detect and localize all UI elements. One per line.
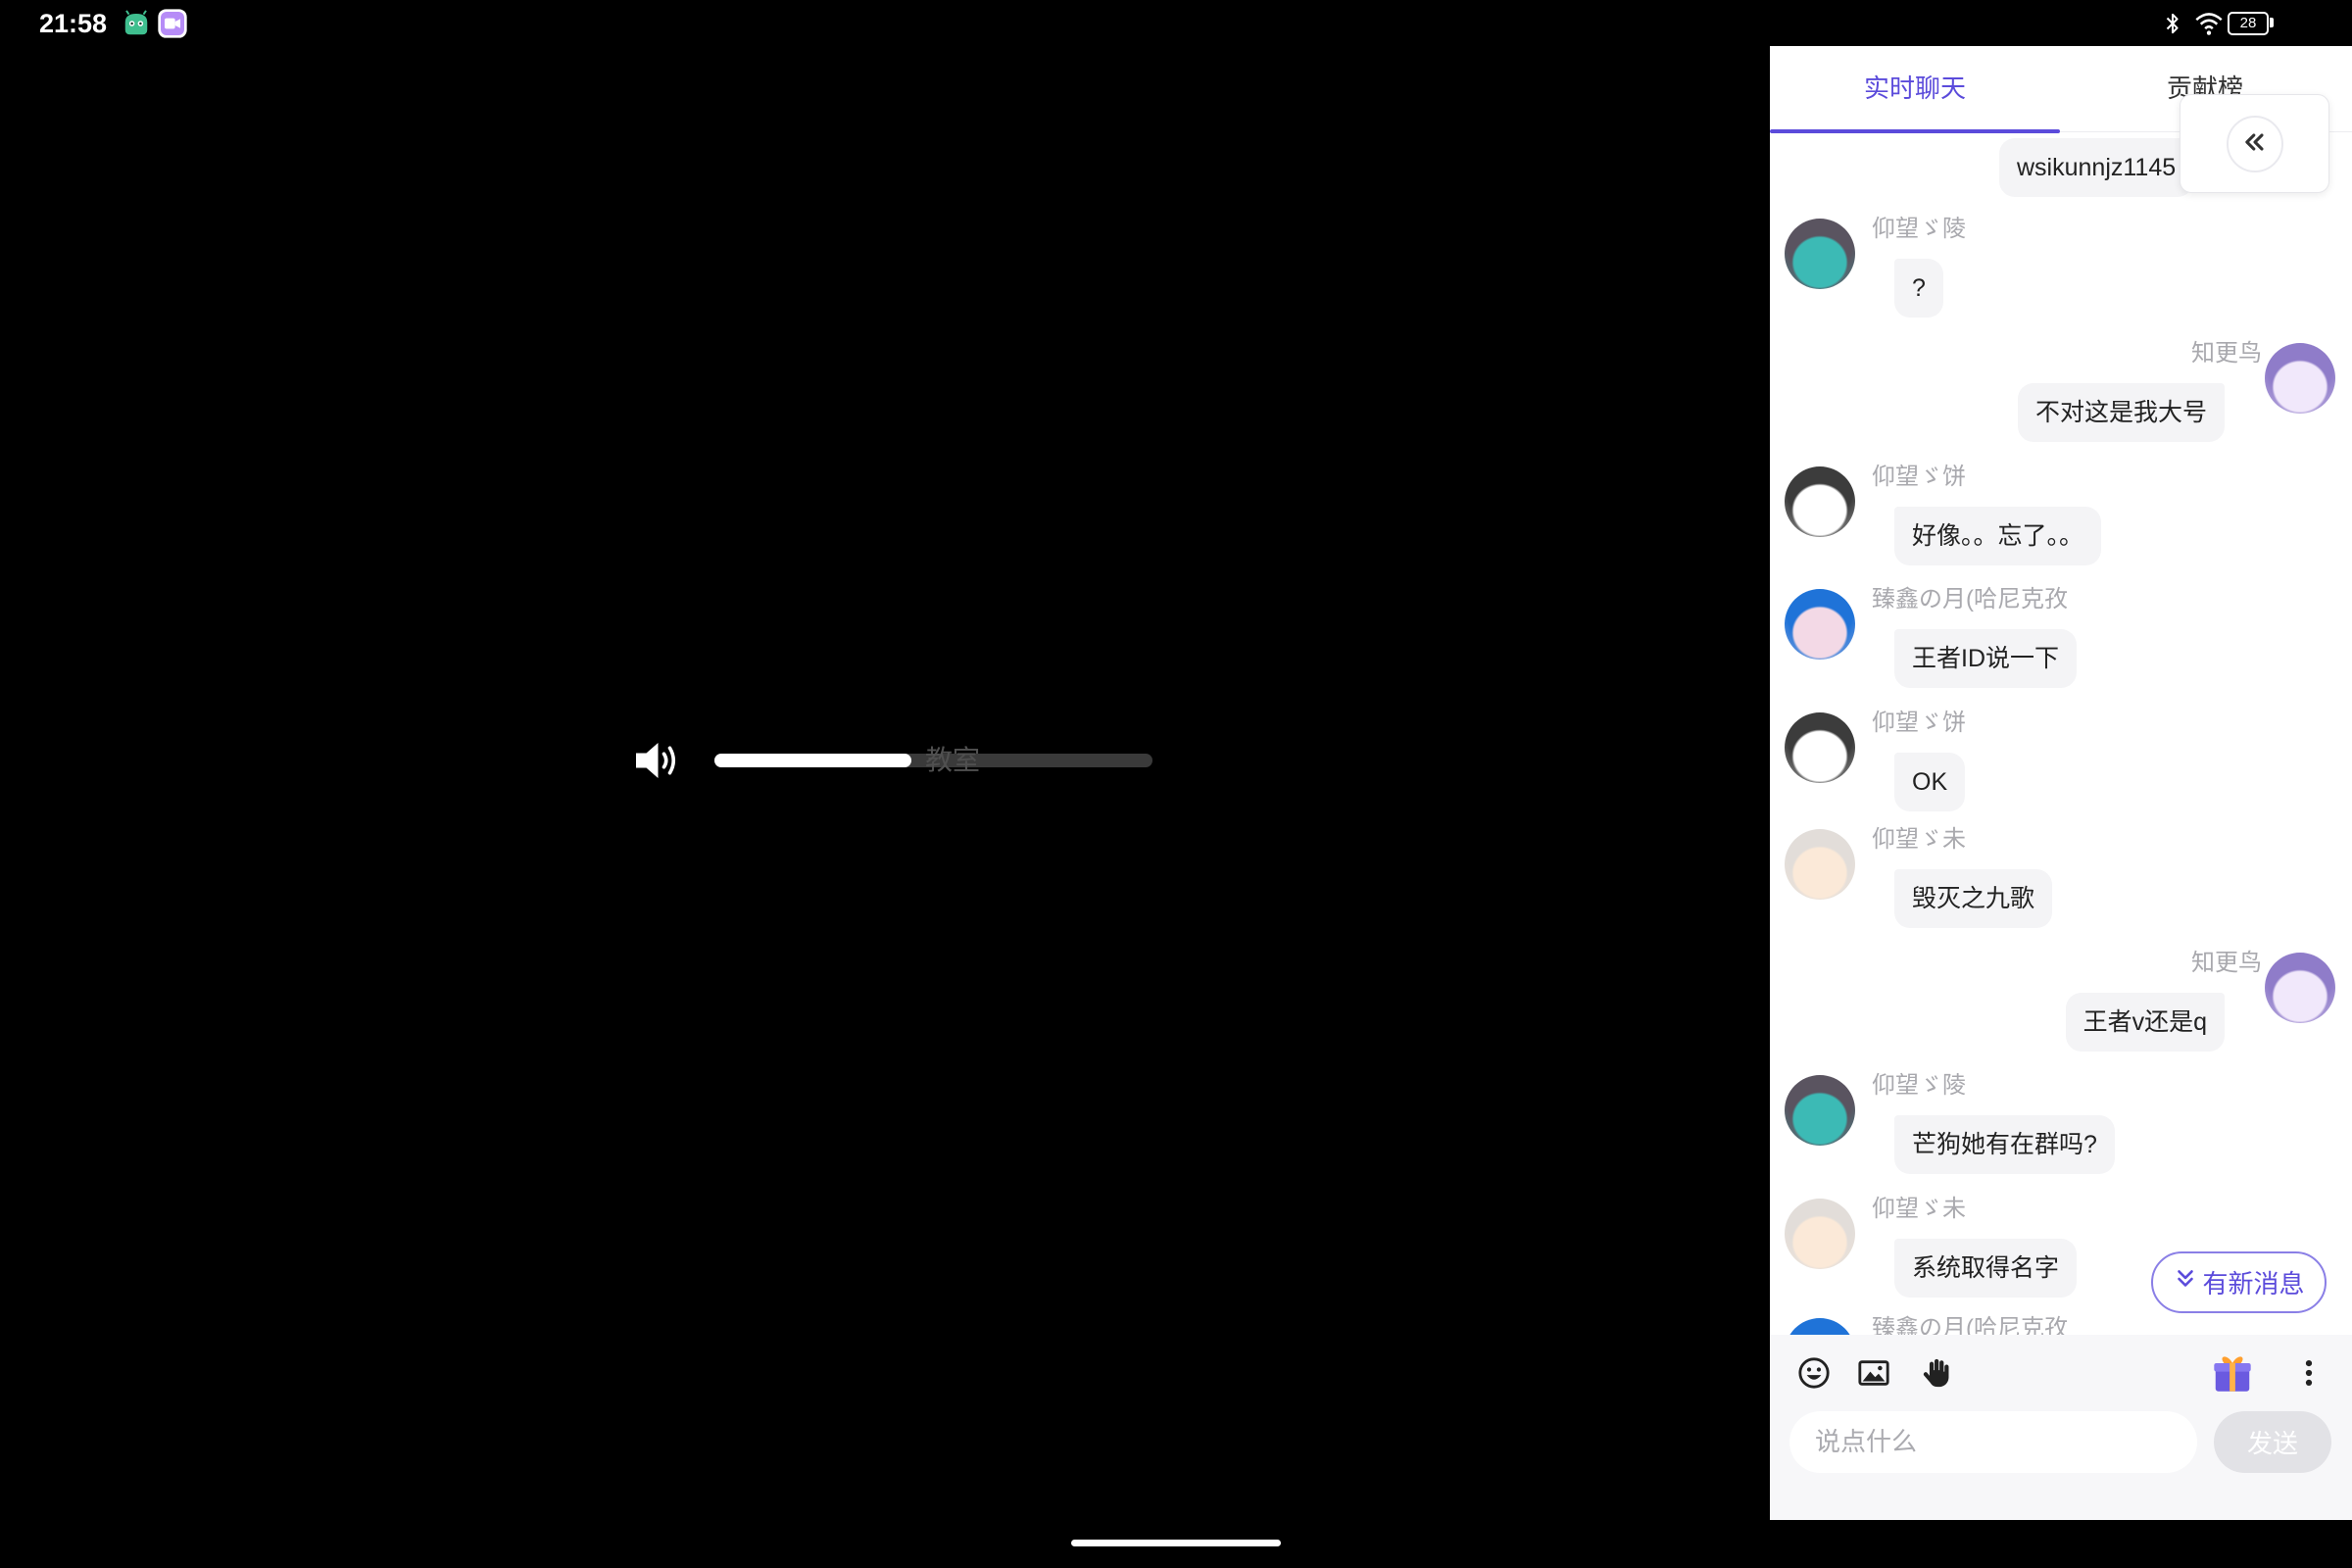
chat-input[interactable] (1789, 1411, 2197, 1473)
tab-live-chat[interactable]: 实时聊天 (1770, 46, 2060, 133)
avatar[interactable] (2265, 343, 2335, 414)
chat-message: 臻鑫の月(哈尼克孜 王者ID说一下 (1770, 585, 2352, 693)
send-button[interactable]: 发送 (2214, 1411, 2331, 1473)
gift-icon[interactable] (2210, 1350, 2255, 1396)
message-bubble[interactable]: 系统取得名字 (1894, 1239, 2078, 1298)
collapse-panel-card (2180, 94, 2329, 193)
sender-name: 仰望ゞ陵 (1872, 1072, 1966, 1099)
sender-name: 知更鸟 (2191, 950, 2262, 976)
chat-message: 知更鸟 不对这是我大号 (1770, 339, 2352, 447)
avatar[interactable] (1785, 1199, 1855, 1269)
sender-name: 仰望ゞ未 (1872, 1196, 1966, 1222)
battery-tip (2270, 18, 2274, 27)
video-app-icon (157, 8, 188, 39)
message-composer: 发送 (1770, 1335, 2352, 1520)
message-bubble[interactable]: 芒狗她有在群吗? (1894, 1115, 2115, 1174)
message-bubble[interactable]: 王者v还是q (2065, 993, 2225, 1052)
emoji-icon[interactable] (1797, 1356, 1831, 1390)
sender-name: 臻鑫の月(哈尼克孜 (1872, 1315, 2068, 1335)
avatar[interactable] (1785, 589, 1855, 660)
sender-name: 仰望ゞ饼 (1872, 464, 1966, 490)
image-icon[interactable] (1857, 1356, 1890, 1390)
sender-name: 仰望ゞ未 (1872, 826, 1966, 853)
chat-message: 仰望ゞ未 毁灭之九歌 (1770, 825, 2352, 933)
message-bubble[interactable]: ? (1894, 259, 1943, 318)
message-bubble[interactable]: wsikunnjz1145 (1999, 138, 2194, 197)
home-indicator[interactable] (1071, 1540, 1281, 1546)
volume-icon (632, 740, 681, 781)
chat-message: 知更鸟 王者v还是q (1770, 949, 2352, 1056)
tab-label: 实时聊天 (1863, 74, 1966, 103)
chat-panel: 实时聊天 贡献榜 wsikunnjz1145 仰望ゞ陵 ? 知更鸟 不对这是我大… (1770, 46, 2352, 1520)
message-bubble[interactable]: 毁灭之九歌 (1894, 869, 2053, 928)
sender-name: 知更鸟 (2191, 340, 2262, 367)
sender-name: 仰望ゞ饼 (1872, 710, 1966, 736)
double-chevron-left-icon (2241, 128, 2269, 161)
more-vertical-icon[interactable] (2292, 1356, 2326, 1390)
raise-hand-icon[interactable] (1920, 1356, 1953, 1390)
message-bubble[interactable]: 不对这是我大号 (2017, 383, 2225, 442)
bluetooth-icon (2162, 10, 2183, 37)
collapse-button[interactable] (2227, 116, 2283, 172)
robot-app-icon (122, 10, 151, 37)
new-messages-label: 有新消息 (2202, 1269, 2305, 1298)
avatar[interactable] (1785, 829, 1855, 900)
video-player[interactable]: 教室 (0, 0, 1770, 1568)
avatar[interactable] (1785, 712, 1855, 783)
sender-name: 仰望ゞ陵 (1872, 216, 1966, 242)
battery-level: 28 (2239, 15, 2257, 31)
new-messages-button[interactable]: 有新消息 (2151, 1251, 2327, 1313)
chat-message: 仰望ゞ饼 OK (1770, 709, 2352, 816)
avatar[interactable] (1785, 466, 1855, 537)
chat-message-list[interactable]: wsikunnjz1145 仰望ゞ陵 ? 知更鸟 不对这是我大号 仰望ゞ饼 好像… (1770, 132, 2352, 1335)
background-text: 教室 (925, 745, 981, 775)
wifi-icon (2193, 10, 2225, 37)
message-bubble[interactable]: OK (1894, 753, 1966, 811)
double-chevron-down-icon (2173, 1266, 2198, 1298)
avatar[interactable] (1785, 219, 1855, 289)
avatar[interactable] (2265, 953, 2335, 1023)
message-bubble[interactable]: 王者ID说一下 (1894, 629, 2078, 688)
avatar[interactable] (1785, 1075, 1855, 1146)
chat-message: 臻鑫の月(哈尼克孜 (1770, 1314, 2352, 1335)
sender-name: 臻鑫の月(哈尼克孜 (1872, 586, 2068, 612)
battery-icon: 28 (2228, 12, 2269, 35)
volume-fill (714, 754, 912, 767)
chat-message: 仰望ゞ陵 芒狗她有在群吗? (1770, 1071, 2352, 1179)
avatar[interactable] (1785, 1318, 1855, 1335)
message-bubble[interactable]: 好像。。忘了。。 (1894, 507, 2102, 565)
chat-message: 仰望ゞ饼 好像。。忘了。。 (1770, 463, 2352, 570)
chat-message: 仰望ゞ陵 ? (1770, 215, 2352, 322)
status-bar: 21:58 28 (0, 0, 2352, 46)
volume-slider[interactable]: 教室 (714, 747, 1152, 774)
status-time: 21:58 (39, 9, 108, 38)
